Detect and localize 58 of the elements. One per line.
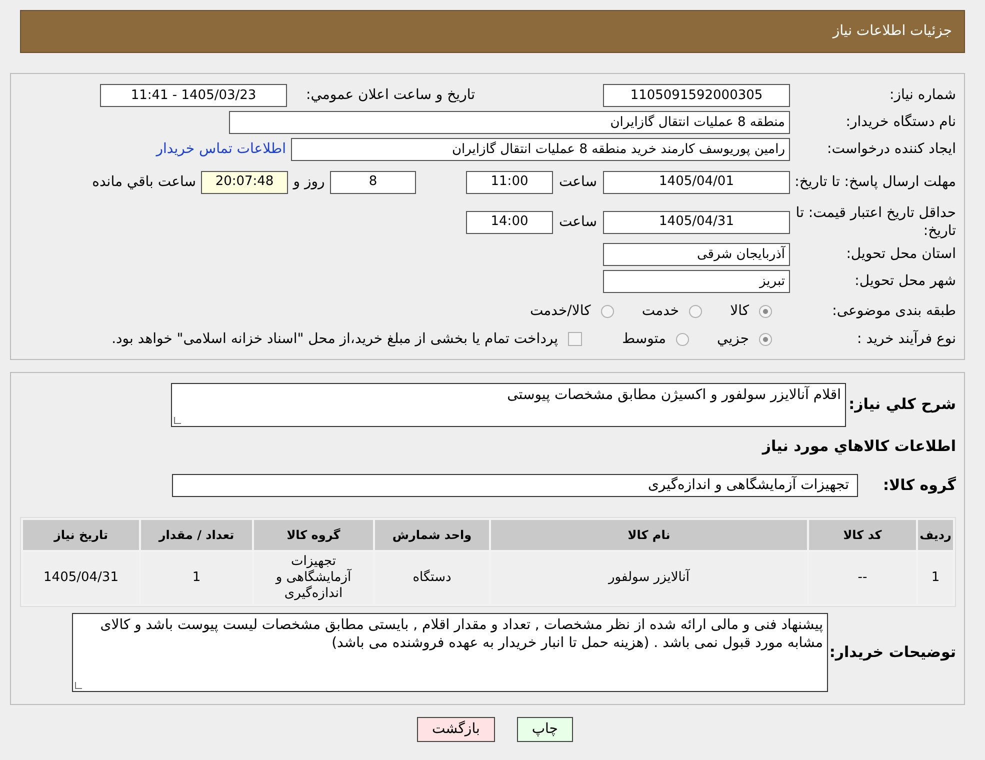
city-field: تبریز <box>603 270 790 293</box>
field-label: ایجاد کننده درخواست: <box>826 140 956 159</box>
option-label: خدمت <box>642 302 680 320</box>
contact-link[interactable]: اطلاعات تماس خریدار <box>156 139 286 160</box>
column-header: تاریخ نیاز <box>23 520 139 550</box>
option-label: کالا/خدمت <box>530 302 591 320</box>
radio-button[interactable] <box>759 332 772 346</box>
resize-grip-icon <box>174 417 181 424</box>
payment-note: پرداخت تمام یا بخشی از مبلغ خرید،از محل "اسناد خزانه اسلامی" خواهد بود. <box>112 330 558 348</box>
goods-group-field: تجهیزات آزمایشگاهی و اندازه‌گیری <box>172 474 858 496</box>
field-text: پیشنهاد فنی و مالی ارائه شده از نظر مشخصات , تعداد و مقدار اقلام , بایستی مطابق مشخصات لیست پیوست باشد و کالای مشابه مورد قبول نمی باشد . (هزینه حمل تا انبار خریدار به عهده فروشنده می باشد) <box>100 616 823 650</box>
column-header: واحد شمارش <box>375 520 489 550</box>
page-title: جزئیات اطلاعات نیاز <box>832 22 952 41</box>
field-label: شماره نیاز: <box>888 86 956 105</box>
radio-button[interactable] <box>759 304 772 318</box>
province-field: آذربایجان شرقی <box>603 243 790 266</box>
field-label: حداقل تاریخ اعتبار قیمت: تا تاریخ: <box>794 204 956 240</box>
field-label: شهر محل تحویل: <box>854 272 956 291</box>
field-text: اقلام آنالایزر سولفور و اکسیژن مطابق مشخصات پیوستی <box>507 387 841 403</box>
radio-button[interactable] <box>600 304 614 318</box>
option-label: متوسط <box>622 330 666 348</box>
column-header: کد کالا <box>809 520 916 550</box>
time-field: 11:00 <box>466 170 553 194</box>
checkbox[interactable] <box>568 332 582 346</box>
column-header: نام کالا <box>491 520 807 550</box>
requester-field: رامین پوریوسف کارمند خرید منطقه 8 عملیات انتقال گازایران <box>291 138 790 161</box>
field-label: روز و <box>292 172 326 192</box>
field-label: ساعت باقي مانده <box>92 172 196 192</box>
radio-button[interactable] <box>689 304 702 318</box>
announce-datetime-field: 1405/03/23 - 11:41 <box>100 84 287 107</box>
back-button[interactable]: بازگشت <box>417 716 495 742</box>
field-label: توضیحات خریدار: <box>828 642 956 663</box>
field-label: مهلت ارسال پاسخ: تا تاریخ: <box>794 173 956 191</box>
column-header: ردیف <box>918 520 953 550</box>
field-label: گروه كالا: <box>882 474 956 496</box>
column-header: تعداد / مقدار <box>141 520 252 550</box>
field-label: نوع فرآیند خرید : <box>856 329 956 348</box>
buyer-org-field: منطقه 8 عملیات انتقال گازایران <box>229 111 790 134</box>
field-label: طبقه بندی موضوعی: <box>831 302 956 320</box>
field-label: ساعت <box>558 172 598 192</box>
need-number-field: 1105091592000305 <box>603 84 790 107</box>
date-field: 1405/04/31 <box>603 210 790 234</box>
section-heading: اطلاعات كالاهاي مورد نياز <box>760 436 956 457</box>
time-field: 14:00 <box>466 210 553 234</box>
field-label: شرح كلي نياز: <box>848 394 956 415</box>
radio-button[interactable] <box>676 332 690 346</box>
option-label: کالا <box>730 302 749 320</box>
resize-grip-icon <box>75 682 82 688</box>
field-label: نام دستگاه خریدار: <box>844 112 956 132</box>
days-field: 8 <box>330 170 416 194</box>
column-header: گروه کالا <box>254 520 373 550</box>
field-label: استان محل تحویل: <box>845 245 956 264</box>
field-label: ساعت <box>558 212 598 232</box>
remaining-time-field: 20:07:48 <box>201 170 288 194</box>
field-label: تاریخ و ساعت اعلان عمومي: <box>305 86 475 105</box>
print-button[interactable]: چاپ <box>516 716 573 742</box>
option-label: جزيي <box>717 330 749 348</box>
date-field: 1405/04/01 <box>603 170 790 194</box>
